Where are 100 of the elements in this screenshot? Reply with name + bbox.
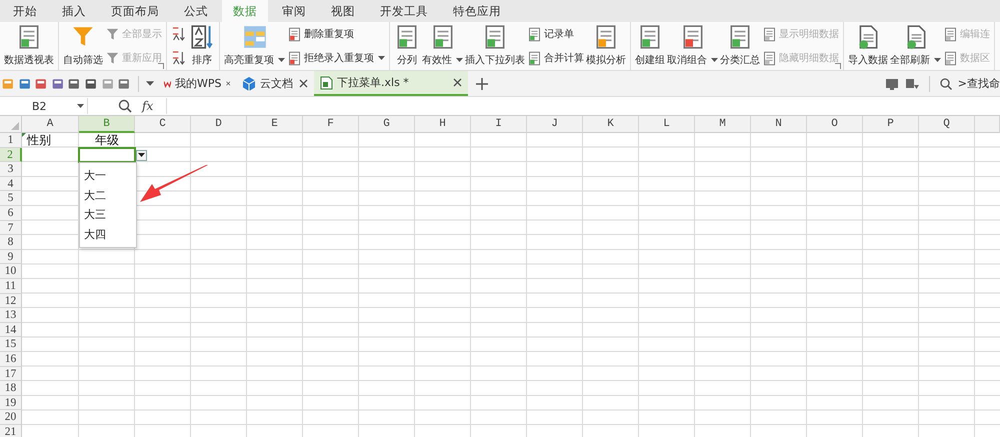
ribbon-tab[interactable]: 开始 xyxy=(2,0,48,22)
cube-icon xyxy=(242,76,256,90)
column-header[interactable]: F xyxy=(303,116,359,133)
row-header[interactable]: 6 xyxy=(0,206,22,221)
ribbon-tab[interactable]: 插入 xyxy=(51,0,97,22)
ribbon-tab[interactable]: 公式 xyxy=(173,0,219,22)
dropdown-option[interactable]: 大三 xyxy=(80,205,136,225)
sort-descending-icon xyxy=(171,50,187,66)
row-header[interactable]: 4 xyxy=(0,176,22,192)
sort-ascending-icon xyxy=(171,26,187,42)
dialog-launcher-icon[interactable] xyxy=(835,63,841,69)
ribbon-button[interactable]: 有效性 xyxy=(421,22,464,70)
close-icon[interactable] xyxy=(453,78,462,87)
dropdown-button[interactable] xyxy=(136,150,147,161)
dropdown-option[interactable]: 大二 xyxy=(80,186,136,206)
caret-icon xyxy=(456,58,463,62)
caret-icon xyxy=(934,58,941,62)
column-header[interactable]: H xyxy=(415,116,471,133)
column-header[interactable]: O xyxy=(807,116,863,133)
row-header[interactable]: 12 xyxy=(0,294,22,308)
ribbon-tab[interactable]: 特色应用 xyxy=(442,0,512,22)
new-tab-icon[interactable] xyxy=(476,78,488,90)
row-header[interactable]: 20 xyxy=(0,410,22,425)
row-header[interactable]: 17 xyxy=(0,366,22,382)
column-header[interactable]: A xyxy=(22,116,79,133)
column-header[interactable]: K xyxy=(583,116,639,133)
ribbon-button[interactable]: 插入下拉列表 xyxy=(464,22,526,70)
ribbon-button[interactable]: 记录单 xyxy=(526,26,585,42)
row-header[interactable]: 8 xyxy=(0,235,22,250)
pointer-arrow xyxy=(140,165,208,202)
ribbon-button[interactable]: 数据透视表 xyxy=(3,22,55,70)
column-header[interactable]: P xyxy=(863,116,919,133)
ribbon-button[interactable]: 分类汇总 xyxy=(719,22,761,70)
column-header[interactable]: Q xyxy=(919,116,975,133)
row-header[interactable]: 15 xyxy=(0,337,22,352)
column-header[interactable]: D xyxy=(191,116,247,133)
ribbon-button[interactable]: 排序 xyxy=(188,22,216,70)
dropdown-option[interactable]: 大四 xyxy=(80,224,136,244)
ribbon-button[interactable]: 导入数据 xyxy=(847,22,889,70)
name-box[interactable]: B2 xyxy=(0,98,88,114)
spreadsheet-file-icon xyxy=(320,76,333,90)
row-header[interactable]: 13 xyxy=(0,308,22,323)
ribbon-button[interactable]: 全部刷新 xyxy=(889,22,942,70)
caret-icon[interactable] xyxy=(146,81,154,86)
funnel-icon xyxy=(105,50,120,66)
row-header[interactable]: 1 xyxy=(0,133,22,148)
ribbon-button[interactable]: 分列 xyxy=(393,22,421,70)
dialog-launcher-icon[interactable] xyxy=(158,63,164,69)
row-header[interactable]: 16 xyxy=(0,352,22,366)
monitor-icon[interactable] xyxy=(884,78,899,90)
funnel-icon xyxy=(105,26,120,42)
row-header[interactable]: 9 xyxy=(0,250,22,264)
row-header[interactable]: 21 xyxy=(0,424,22,437)
ribbon-tab[interactable]: 审阅 xyxy=(271,0,317,22)
corner-triangle-icon xyxy=(11,122,19,130)
row-header[interactable]: 10 xyxy=(0,264,22,279)
ribbon-button[interactable]: 自动筛选 xyxy=(62,22,104,70)
function-button[interactable]: fx xyxy=(142,99,158,113)
ribbon-tab[interactable]: 页面布局 xyxy=(100,0,170,22)
ribbon-button[interactable]: 取消组合 xyxy=(666,22,719,70)
row-header[interactable]: 7 xyxy=(0,220,22,236)
close-icon[interactable] xyxy=(226,79,230,88)
search-icon[interactable] xyxy=(940,78,952,90)
column-header[interactable]: E xyxy=(247,116,303,133)
caret-icon xyxy=(711,58,718,62)
row-header[interactable]: 19 xyxy=(0,396,22,410)
comment-marker-icon xyxy=(22,133,26,137)
zoom-icon[interactable] xyxy=(118,99,132,113)
ribbon-button[interactable]: 模拟分析 xyxy=(585,22,627,70)
column-header[interactable]: M xyxy=(695,116,751,133)
column-header[interactable]: G xyxy=(359,116,415,133)
row-header[interactable]: 5 xyxy=(0,191,22,206)
close-icon[interactable] xyxy=(299,79,308,88)
row-header[interactable]: 14 xyxy=(0,322,22,338)
row-header[interactable]: 3 xyxy=(0,162,22,177)
caret-icon xyxy=(278,58,285,62)
row-header[interactable]: 18 xyxy=(0,381,22,396)
command-search[interactable]: >查找命 xyxy=(958,76,1000,91)
ribbon-tab[interactable]: 视图 xyxy=(320,0,366,22)
dropdown-option[interactable]: 大一 xyxy=(80,166,136,186)
ribbon-button[interactable]: 合并计算 xyxy=(526,50,585,66)
document-tab[interactable]: 我的WPS xyxy=(158,71,236,96)
ribbon-button[interactable]: 删除重复项 xyxy=(286,26,386,42)
column-header[interactable]: J xyxy=(527,116,583,133)
ribbon-button[interactable]: 高亮重复项 xyxy=(223,22,286,70)
document-tab[interactable]: 云文档 xyxy=(236,71,314,96)
caret-icon xyxy=(378,56,385,60)
table-cell-text: 年级 xyxy=(94,133,120,148)
caret-icon xyxy=(138,153,145,158)
table-cell-text: 性别 xyxy=(27,133,52,148)
column-header[interactable]: I xyxy=(471,116,527,133)
column-header[interactable]: N xyxy=(751,116,807,133)
column-header[interactable]: C xyxy=(135,116,191,133)
ribbon-tab[interactable]: 开发工具 xyxy=(369,0,439,22)
row-header[interactable]: 11 xyxy=(0,278,22,294)
caret-icon xyxy=(77,104,84,108)
ribbon-button[interactable]: 拒绝录入重复项 xyxy=(286,50,386,66)
column-header[interactable]: L xyxy=(639,116,695,133)
document-tab[interactable]: 下拉菜单.xls * xyxy=(314,71,468,96)
ribbon-button[interactable]: 创建组 xyxy=(634,22,666,70)
